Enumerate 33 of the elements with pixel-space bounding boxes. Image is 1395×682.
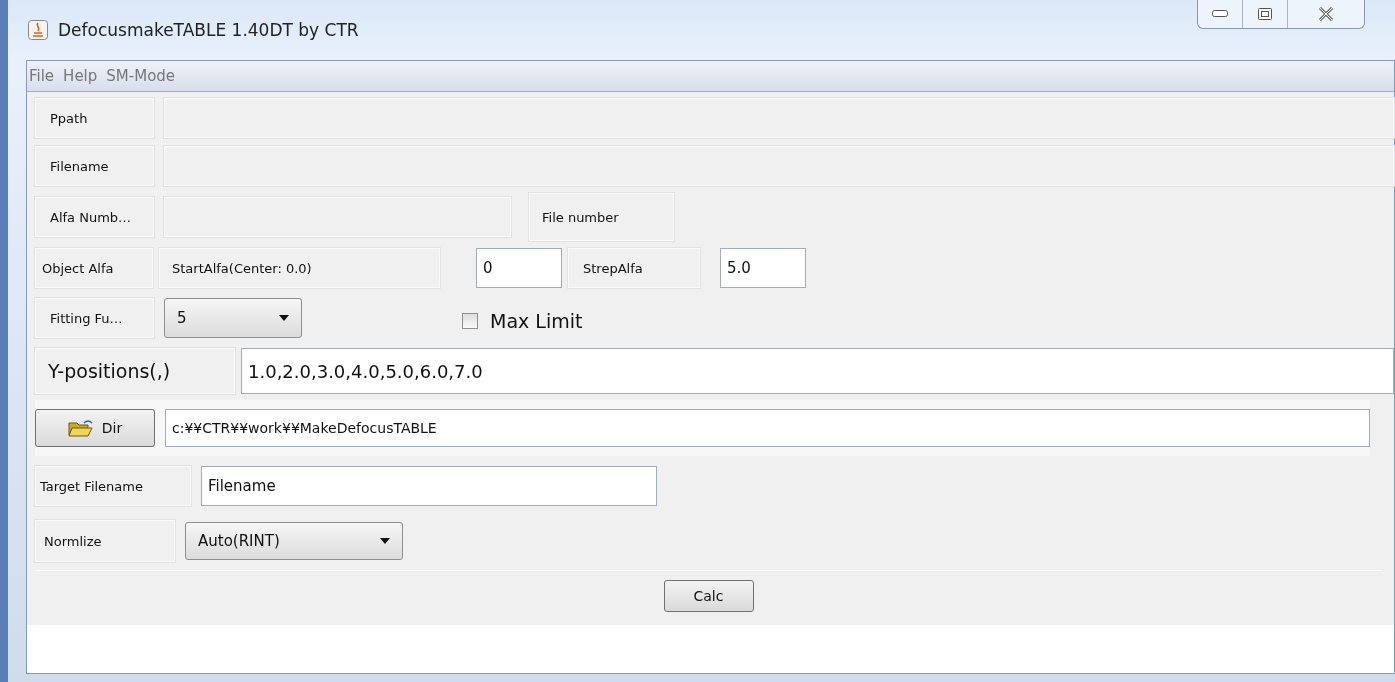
menu-item[interactable]: SM-Mode bbox=[106, 67, 176, 85]
step-alfa-field[interactable]: 5.0 bbox=[720, 248, 806, 288]
minimize-icon[interactable] bbox=[1212, 10, 1228, 18]
start-alfa-field[interactable]: 0 bbox=[476, 248, 562, 288]
field-label: Filename bbox=[35, 146, 154, 186]
target-filename-field[interactable]: Filename bbox=[201, 466, 657, 506]
field-label: StartAlfa(Center: 0.0) bbox=[159, 248, 440, 288]
field-label: Y-positions(,) bbox=[35, 348, 235, 394]
menu-item[interactable]: File bbox=[29, 67, 55, 85]
y-positions-field[interactable]: 1.0,2.0,3.0,4.0,5.0,6.0,7.0 bbox=[241, 348, 1394, 394]
fitting-dropdown[interactable]: 5 bbox=[164, 298, 302, 338]
field-label: Normlize bbox=[35, 520, 175, 562]
normalize-dropdown[interactable]: Auto(RINT) bbox=[185, 522, 403, 560]
menu-item[interactable]: Help bbox=[63, 67, 98, 85]
field-label: Ppath bbox=[35, 98, 154, 138]
field-label: StrepAlfa bbox=[568, 248, 700, 288]
window-title: DefocusmakeTABLE 1.40DT by CTR bbox=[58, 20, 359, 40]
calc-button[interactable]: Calc bbox=[663, 580, 754, 612]
checkbox[interactable] bbox=[462, 313, 478, 329]
app-icon bbox=[28, 20, 48, 40]
field-label: Target Filename bbox=[35, 466, 191, 506]
dropdown-caret-icon bbox=[279, 315, 289, 321]
dropdown-caret-icon bbox=[380, 538, 390, 544]
checkbox-label: Max Limit bbox=[490, 310, 583, 332]
maximize-icon[interactable] bbox=[1258, 8, 1272, 20]
field-label: Alfa Numb… bbox=[35, 197, 154, 237]
folder-icon bbox=[67, 419, 94, 437]
field-label: Object Alfa bbox=[35, 248, 153, 288]
directory-field[interactable]: c:¥¥CTR¥¥work¥¥MakeDefocusTABLE bbox=[165, 409, 1370, 447]
close-icon[interactable] bbox=[1318, 7, 1334, 21]
field-label: File number bbox=[529, 193, 674, 241]
field-label: Fitting Fu… bbox=[35, 298, 154, 338]
dir-button[interactable]: Dir bbox=[35, 409, 155, 447]
